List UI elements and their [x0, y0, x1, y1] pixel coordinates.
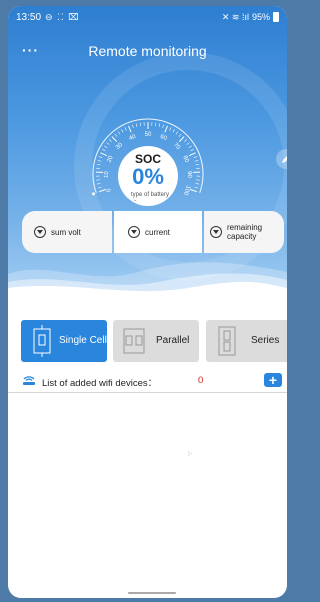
pencil-icon	[282, 156, 287, 163]
gauge-major-tick	[128, 125, 132, 133]
gauge-minor-tick	[155, 122, 157, 127]
gauge-minor-tick	[175, 131, 179, 135]
gauge-major-tick	[188, 152, 196, 157]
gauge-tick-label: 30	[115, 142, 124, 151]
mode-parallel-label: Parallel	[156, 335, 190, 346]
gauge-minor-tick	[195, 163, 200, 166]
gauge-minor-tick	[162, 124, 165, 128]
remaining-capacity-card[interactable]: remaining capacity	[204, 211, 284, 253]
remaining-capacity-label: remaining capacity	[227, 223, 263, 241]
gauge-minor-tick	[190, 149, 194, 152]
gauge-minor-tick	[131, 124, 134, 128]
mode-parallel[interactable]: Parallel	[113, 320, 199, 362]
gauge-minor-tick	[96, 163, 101, 166]
gauge-minor-tick	[121, 129, 124, 133]
gauge-icon	[128, 226, 140, 238]
battery-type: type of battery -	[131, 192, 171, 204]
gauge-minor-tick	[98, 156, 103, 159]
sum-volt-label: sum volt	[51, 227, 81, 237]
gauge-minor-tick	[172, 129, 175, 133]
gauge-minor-tick	[135, 123, 138, 127]
gauge-minor-tick	[195, 183, 200, 185]
mode-series[interactable]: Series	[206, 320, 287, 362]
gauge-tick-label: 90	[186, 171, 192, 179]
gauge-tick-label: 50	[145, 132, 152, 138]
gauge-tick-label: 100	[182, 184, 191, 196]
sum-volt-card[interactable]: sum volt	[22, 211, 112, 253]
divider	[8, 392, 287, 393]
mode-series-label: Series	[251, 335, 280, 346]
gauge-minor-tick	[178, 133, 182, 137]
gauge-minor-tick	[184, 139, 188, 143]
gauge-tick-label: 60	[159, 134, 168, 142]
gauge-icon	[34, 226, 46, 238]
mode-single-cell-label: Single Cell	[59, 335, 107, 346]
gauge-minor-tick	[104, 145, 108, 148]
gauge-minor-tick	[106, 142, 110, 145]
battery-type-label: type of battery	[131, 192, 170, 198]
wave-decoration	[8, 262, 287, 300]
wifi-router-icon	[23, 376, 35, 385]
gauge-minor-tick	[96, 183, 101, 185]
gauge-tick-label: 80	[181, 155, 189, 164]
battery-type-value: -	[134, 198, 136, 204]
gauge-minor-tick	[194, 186, 199, 189]
home-indicator[interactable]	[128, 592, 176, 594]
hero-section: 13:50 ⊖ ⁚⁚ ⌧ ✕ ≋ ⁞ıl 95% ··· Remote moni…	[8, 6, 287, 300]
gauge-minor-tick	[194, 160, 199, 162]
gauge-major-tick	[164, 125, 168, 133]
single-cell-icon	[33, 325, 51, 357]
gauge-minor-tick	[169, 127, 172, 131]
gauge-minor-tick	[108, 139, 112, 143]
gauge-icon	[210, 226, 222, 238]
add-device-button[interactable]: +	[264, 373, 282, 387]
mode-single-cell[interactable]: Single Cell	[21, 320, 107, 362]
wifi-list-label: List of added wifi devices：	[42, 378, 158, 389]
gauge-minor-tick	[186, 142, 190, 145]
gauge-tick-label: 10	[104, 170, 110, 178]
gauge-tick-label: 20	[106, 154, 114, 163]
gauge-tick-label: 40	[128, 134, 137, 142]
current-label: current	[145, 227, 170, 237]
gauge-major-tick	[111, 136, 118, 142]
plus-icon: +	[268, 372, 278, 388]
parallel-icon	[123, 328, 145, 354]
gauge-minor-tick	[97, 186, 102, 189]
gauge-minor-tick	[97, 160, 102, 162]
phone-screen: 13:50 ⊖ ⁚⁚ ⌧ ✕ ≋ ⁞ıl 95% ··· Remote moni…	[8, 6, 287, 598]
gauge-major-tick	[98, 188, 106, 193]
gauge-major-tick	[100, 152, 108, 157]
gauge-minor-tick	[114, 133, 118, 137]
gauge-minor-tick	[124, 127, 127, 131]
gauge-tick-label: 0	[106, 187, 113, 193]
series-icon	[218, 326, 236, 356]
gauge-minor-tick	[117, 131, 121, 135]
gauge-minor-tick	[102, 149, 106, 152]
gauge-major-tick	[190, 188, 198, 193]
gauge-minor-tick	[193, 156, 198, 159]
gauge-minor-tick	[188, 145, 192, 148]
gauge-major-tick	[178, 136, 185, 142]
wifi-device-header: List of added wifi devices： 0 +	[8, 368, 287, 392]
connection-mode-selector: Single Cell Parallel Series	[8, 320, 287, 362]
gauge-minor-tick	[139, 122, 141, 127]
play-icon: ▷	[188, 451, 193, 457]
gauge-indicator	[91, 192, 95, 196]
wifi-device-count: 0	[198, 375, 204, 386]
current-card[interactable]: current	[114, 211, 202, 253]
gauge-tick-label: 70	[172, 142, 181, 151]
soc-value: 0%	[132, 164, 164, 189]
gauge-minor-tick	[158, 123, 161, 127]
